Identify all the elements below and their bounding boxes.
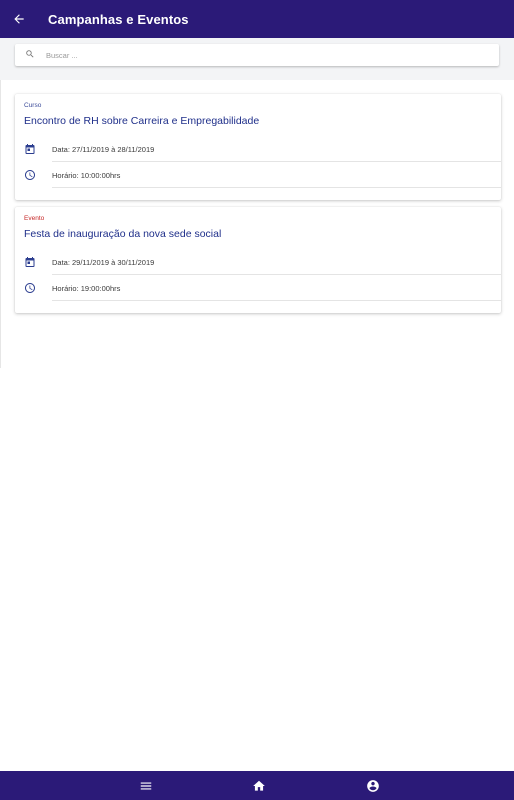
event-title: Encontro de RH sobre Carreira e Empregab… — [24, 115, 260, 127]
clock-icon — [24, 169, 36, 181]
search-input[interactable] — [46, 50, 486, 60]
event-date-row: Data: 27/11/2019 à 28/11/2019 — [15, 137, 501, 162]
row-divider — [52, 161, 501, 162]
content-area: Curso Encontro de RH sobre Carreira e Em… — [0, 38, 514, 368]
event-time-row: Horário: 10:00:00hrs — [15, 163, 501, 188]
account-icon — [367, 779, 379, 792]
event-time-text: Horário: 10:00:00hrs — [52, 171, 121, 180]
row-divider — [52, 187, 501, 188]
bottom-navigation — [0, 771, 514, 800]
clock-icon — [24, 282, 36, 294]
event-time-row: Horário: 19:00:00hrs — [15, 276, 501, 301]
event-type-label: Curso — [24, 102, 42, 109]
event-date-text: Data: 29/11/2019 à 30/11/2019 — [52, 258, 155, 267]
menu-button[interactable] — [126, 771, 166, 800]
event-list: Curso Encontro de RH sobre Carreira e Em… — [0, 80, 514, 368]
event-time-text: Horário: 19:00:00hrs — [52, 284, 121, 293]
event-title: Festa de inauguração da nova sede social — [24, 228, 222, 240]
search-icon — [25, 49, 37, 61]
event-date-text: Data: 27/11/2019 à 28/11/2019 — [52, 145, 155, 154]
row-divider — [52, 274, 501, 275]
calendar-icon — [24, 143, 36, 155]
app-bar: Campanhas e Eventos — [0, 0, 514, 38]
event-card[interactable]: Curso Encontro de RH sobre Carreira e Em… — [15, 94, 501, 200]
home-icon — [253, 780, 265, 791]
calendar-icon — [24, 256, 36, 268]
row-divider — [52, 300, 501, 301]
event-type-label: Evento — [24, 215, 45, 222]
home-button[interactable] — [239, 771, 279, 800]
menu-icon — [140, 782, 152, 789]
page-title: Campanhas e Eventos — [48, 11, 189, 27]
account-button[interactable] — [353, 771, 393, 800]
event-date-row: Data: 29/11/2019 à 30/11/2019 — [15, 250, 501, 275]
event-card[interactable]: Evento Festa de inauguração da nova sede… — [15, 207, 501, 313]
back-button[interactable] — [0, 0, 38, 38]
arrow-back-icon — [14, 14, 24, 24]
search-bar[interactable] — [15, 44, 499, 66]
